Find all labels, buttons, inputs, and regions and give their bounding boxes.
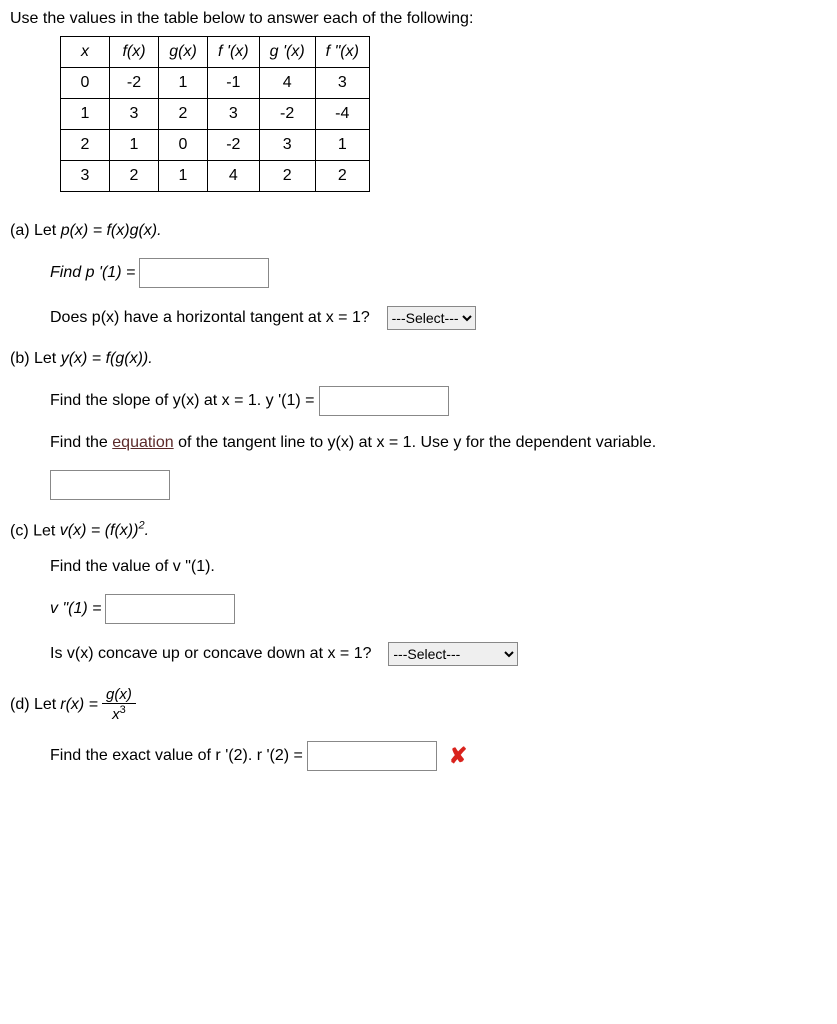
part-a-tangent: Does p(x) have a horizontal tangent at x… xyxy=(50,306,827,330)
table-row: 210 -231 xyxy=(61,130,370,161)
part-d: (d) Let r(x) = g(x) x3 Find the exact va… xyxy=(10,686,827,771)
part-a: (a) Let p(x) = f(x)g(x). Find p '(1) = D… xyxy=(10,222,827,330)
incorrect-icon: ✘ xyxy=(449,743,467,769)
table-row: 132 3-2-4 xyxy=(61,99,370,130)
part-b: (b) Let y(x) = f(g(x)). Find the slope o… xyxy=(10,350,827,500)
equation-link[interactable]: equation xyxy=(112,434,173,451)
part-d-find: Find the exact value of r '(2). r '(2) =… xyxy=(50,741,827,771)
part-d-label: (d) Let xyxy=(10,696,56,714)
part-b-label: (b) Let xyxy=(10,350,61,367)
intro-text: Use the values in the table below to ans… xyxy=(10,10,827,28)
value-table: x f(x) g(x) f '(x) g '(x) f "(x) 0-21 -1… xyxy=(60,36,370,192)
part-c-def: v(x) = (f(x))2. xyxy=(60,522,149,539)
tangent-line-input[interactable] xyxy=(50,470,170,500)
part-b-def: y(x) = f(g(x)). xyxy=(61,350,153,367)
part-c-concave: Is v(x) concave up or concave down at x … xyxy=(50,642,827,666)
part-c-veq: v "(1) = xyxy=(50,594,827,624)
y-prime-1-input[interactable] xyxy=(319,386,449,416)
part-a-find: Find p '(1) = xyxy=(50,258,827,288)
part-c-findval: Find the value of v "(1). xyxy=(50,558,827,576)
part-a-select[interactable]: ---Select--- xyxy=(387,306,476,330)
part-c: (c) Let v(x) = (f(x))2. Find the value o… xyxy=(10,520,827,666)
part-b-tangent-line: Find the equation of the tangent line to… xyxy=(50,434,827,500)
part-a-def: p(x) = f(x)g(x). xyxy=(61,222,162,239)
v-dblprime-1-input[interactable] xyxy=(105,594,235,624)
part-b-slope: Find the slope of y(x) at x = 1. y '(1) … xyxy=(50,386,827,416)
fraction: g(x) x3 xyxy=(102,686,136,723)
table-header-row: x f(x) g(x) f '(x) g '(x) f "(x) xyxy=(61,37,370,68)
p-prime-1-input[interactable] xyxy=(139,258,269,288)
part-c-select[interactable]: ---Select--- xyxy=(388,642,518,666)
table-row: 321 422 xyxy=(61,161,370,192)
part-d-req: r(x) = xyxy=(60,696,98,714)
part-c-label: (c) Let xyxy=(10,522,60,539)
table-row: 0-21 -143 xyxy=(61,68,370,99)
r-prime-2-input[interactable] xyxy=(307,741,437,771)
part-a-label: (a) Let xyxy=(10,222,61,239)
